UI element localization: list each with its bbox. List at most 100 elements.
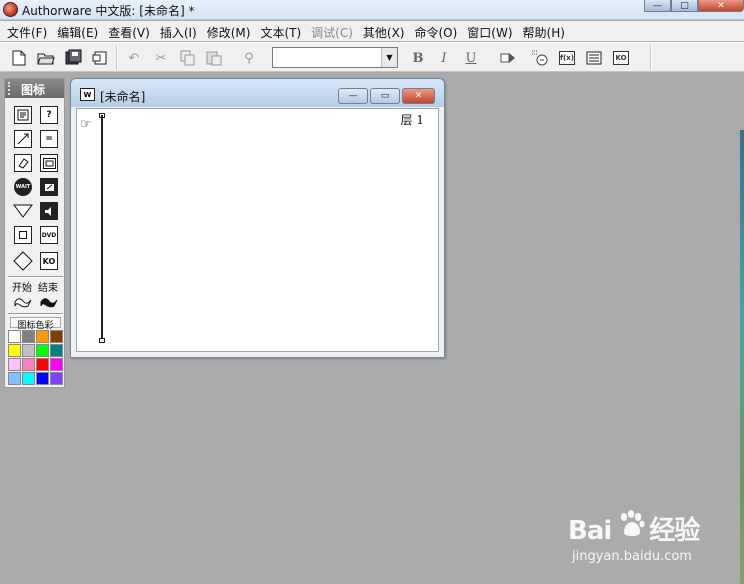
toolbar: ↶ ✂ ⚲ ▼ B I U f(x) KO	[0, 42, 744, 72]
undo-icon[interactable]: ↶	[124, 48, 144, 68]
palette-divider	[8, 313, 63, 315]
layer-label: 层 1	[400, 113, 424, 127]
grip-icon[interactable]	[8, 82, 12, 95]
functions-icon[interactable]: f(x)	[557, 48, 577, 68]
navigate-icon[interactable]	[13, 201, 33, 221]
minimize-button[interactable]: —	[644, 0, 671, 12]
authorware-logo-icon	[3, 2, 18, 17]
menu-file[interactable]: 文件(F)	[2, 21, 52, 41]
color-swatch[interactable]	[36, 344, 49, 357]
sound-icon[interactable]	[39, 201, 59, 221]
paste-hand-icon[interactable]: ☞	[80, 117, 92, 132]
knowledge-objects-label: KO	[613, 51, 629, 65]
icon-palette: 图标 ? = WAIT DVD KO 开始 结束 图标色彩	[4, 78, 65, 388]
color-swatch[interactable]	[36, 358, 49, 371]
menu-help[interactable]: 帮助(H)	[518, 21, 570, 41]
palette-title: 图标	[21, 83, 46, 97]
functions-label: f(x)	[559, 51, 575, 65]
video-icon[interactable]: DVD	[39, 225, 59, 245]
control-panel-icon[interactable]	[530, 48, 550, 68]
color-swatch[interactable]	[22, 344, 35, 357]
palette-header[interactable]: 图标	[5, 79, 64, 98]
color-swatch[interactable]	[36, 372, 49, 385]
menu-insert[interactable]: 插入(I)	[155, 21, 202, 41]
start-flag-icon[interactable]	[13, 292, 33, 312]
design-window-icon: W	[80, 88, 95, 101]
menu-debug[interactable]: 调试(C)	[306, 21, 358, 41]
menu-modify[interactable]: 修改(M)	[202, 21, 256, 41]
desktop-edge	[740, 130, 744, 584]
knowledge-object-icon[interactable]: KO	[39, 251, 59, 271]
save-all-icon[interactable]	[64, 48, 84, 68]
design-window-controls: — ▭ ✕	[338, 88, 435, 104]
flowline[interactable]	[101, 115, 103, 341]
flowline-end-cap	[99, 338, 105, 343]
framework-icon[interactable]	[13, 225, 33, 245]
copy-icon[interactable]	[178, 48, 198, 68]
design-window-titlebar[interactable]: W [未命名] — ▭ ✕	[71, 79, 444, 107]
import-icon[interactable]	[90, 48, 110, 68]
cut-icon[interactable]: ✂	[151, 48, 171, 68]
icon-color-label: 图标色彩	[10, 317, 61, 331]
menu-view[interactable]: 查看(V)	[103, 21, 155, 41]
variables-icon[interactable]	[584, 48, 604, 68]
knowledge-objects-icon[interactable]: KO	[611, 48, 631, 68]
color-swatch[interactable]	[36, 330, 49, 343]
watermark-text-1: Bai	[568, 516, 612, 546]
underline-button[interactable]: U	[461, 48, 481, 68]
flowline-canvas[interactable]: ☞ 层 1	[76, 108, 439, 352]
color-swatch[interactable]	[22, 330, 35, 343]
watermark-url: jingyan.baidu.com	[572, 549, 692, 564]
menu-edit[interactable]: 编辑(E)	[52, 21, 103, 41]
color-swatch[interactable]	[8, 330, 21, 343]
color-swatch[interactable]	[22, 358, 35, 371]
paste-icon[interactable]	[204, 48, 224, 68]
color-swatch[interactable]	[50, 372, 63, 385]
color-swatch[interactable]	[8, 372, 21, 385]
color-swatch[interactable]	[50, 330, 63, 343]
menu-text[interactable]: 文本(T)	[255, 21, 306, 41]
font-select[interactable]: ▼	[272, 47, 398, 68]
design-restore-button[interactable]: ▭	[370, 88, 400, 104]
toolbar-separator	[116, 46, 118, 70]
design-close-button[interactable]: ✕	[402, 88, 435, 104]
design-minimize-button[interactable]: —	[338, 88, 368, 104]
design-window: W [未命名] — ▭ ✕ ☞ 层 1	[70, 78, 445, 358]
design-window-title: [未命名]	[100, 90, 146, 104]
find-icon[interactable]: ⚲	[239, 48, 259, 68]
app-title: Authorware 中文版: [未命名] *	[22, 4, 195, 18]
erase-icon[interactable]	[13, 153, 33, 173]
menu-commands[interactable]: 命令(O)	[409, 21, 462, 41]
open-folder-icon[interactable]	[36, 48, 56, 68]
display-icon[interactable]	[13, 105, 33, 125]
menu-window[interactable]: 窗口(W)	[462, 21, 517, 41]
decision-icon[interactable]	[13, 251, 33, 271]
toolbar-separator	[650, 46, 652, 70]
color-swatch[interactable]	[22, 372, 35, 385]
color-swatch[interactable]	[50, 358, 63, 371]
motion-icon[interactable]	[13, 129, 33, 149]
stop-flag-icon[interactable]	[39, 292, 59, 312]
bold-button[interactable]: B	[408, 48, 428, 68]
palette-divider	[8, 276, 63, 278]
italic-button[interactable]: I	[434, 48, 454, 68]
baidu-paw-icon	[620, 510, 645, 536]
calculation-icon[interactable]: =	[39, 129, 59, 149]
color-swatch[interactable]	[50, 344, 63, 357]
wait-icon[interactable]: WAIT	[13, 177, 33, 197]
watermark-text-2: 经验	[649, 516, 700, 546]
map-icon[interactable]	[39, 153, 59, 173]
chevron-down-icon[interactable]: ▼	[381, 48, 397, 67]
color-swatch[interactable]	[8, 358, 21, 371]
digital-movie-icon[interactable]	[39, 177, 59, 197]
maximize-button[interactable]: □	[671, 0, 698, 12]
run-icon[interactable]	[498, 48, 518, 68]
window-controls: — □ ✕	[644, 0, 744, 12]
menu-bar: 文件(F) 编辑(E) 查看(V) 插入(I) 修改(M) 文本(T) 调试(C…	[0, 21, 744, 41]
new-file-icon[interactable]	[9, 48, 29, 68]
close-button[interactable]: ✕	[698, 0, 744, 12]
color-swatch[interactable]	[8, 344, 21, 357]
title-bar: Authorware 中文版: [未命名] * — □ ✕	[0, 0, 744, 20]
menu-xtras[interactable]: 其他(X)	[358, 21, 410, 41]
interaction-icon[interactable]: ?	[39, 105, 59, 125]
